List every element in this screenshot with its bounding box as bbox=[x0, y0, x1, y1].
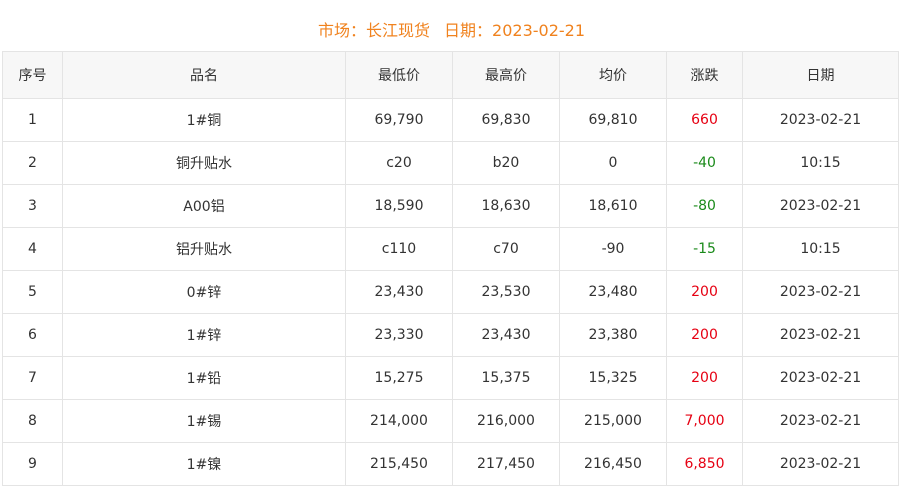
cell-no: 2 bbox=[2, 141, 63, 185]
cell-high: 23,530 bbox=[452, 270, 560, 314]
cell-change: -15 bbox=[666, 227, 743, 271]
cell-no: 4 bbox=[2, 227, 63, 271]
cell-name: 1#镍 bbox=[62, 442, 346, 486]
cell-no: 9 bbox=[2, 442, 63, 486]
cell-avg: 23,380 bbox=[559, 313, 667, 357]
cell-avg: 215,000 bbox=[559, 399, 667, 443]
column-header-no: 序号 bbox=[2, 51, 63, 99]
cell-high: 18,630 bbox=[452, 184, 560, 228]
cell-change: 200 bbox=[666, 356, 743, 400]
cell-low: 214,000 bbox=[345, 399, 453, 443]
cell-name: 0#锌 bbox=[62, 270, 346, 314]
cell-low: c110 bbox=[345, 227, 453, 271]
price-table: 序号 品名 最低价 最高价 均价 涨跌 日期 1 1#铜 69,790 69,8… bbox=[2, 51, 899, 486]
market-value: 长江现货 bbox=[366, 21, 431, 40]
price-page: 市场：长江现货 日期：2023-02-21 序号 品名 最低价 最高价 均价 涨跌… bbox=[0, 0, 903, 488]
table-row: 1 1#铜 69,790 69,830 69,810 660 2023-02-2… bbox=[2, 98, 899, 142]
cell-avg: -90 bbox=[559, 227, 667, 271]
cell-avg: 18,610 bbox=[559, 184, 667, 228]
cell-no: 8 bbox=[2, 399, 63, 443]
cell-high: 216,000 bbox=[452, 399, 560, 443]
cell-change: 200 bbox=[666, 270, 743, 314]
market-title: 市场：长江现货 日期：2023-02-21 bbox=[0, 18, 903, 44]
cell-change: 660 bbox=[666, 98, 743, 142]
cell-low: c20 bbox=[345, 141, 453, 185]
cell-no: 1 bbox=[2, 98, 63, 142]
cell-high: c70 bbox=[452, 227, 560, 271]
cell-avg: 23,480 bbox=[559, 270, 667, 314]
cell-low: 15,275 bbox=[345, 356, 453, 400]
cell-change: 200 bbox=[666, 313, 743, 357]
cell-no: 6 bbox=[2, 313, 63, 357]
table-row: 5 0#锌 23,430 23,530 23,480 200 2023-02-2… bbox=[2, 270, 899, 314]
cell-date: 10:15 bbox=[742, 141, 899, 185]
cell-name: 1#锡 bbox=[62, 399, 346, 443]
table-header-row: 序号 品名 最低价 最高价 均价 涨跌 日期 bbox=[2, 51, 899, 99]
cell-low: 215,450 bbox=[345, 442, 453, 486]
column-header-high: 最高价 bbox=[452, 51, 560, 99]
cell-date: 2023-02-21 bbox=[742, 399, 899, 443]
cell-change: -80 bbox=[666, 184, 743, 228]
cell-high: 15,375 bbox=[452, 356, 560, 400]
cell-avg: 216,450 bbox=[559, 442, 667, 486]
cell-change: 7,000 bbox=[666, 399, 743, 443]
date-label: 日期： bbox=[444, 21, 493, 40]
cell-high: 69,830 bbox=[452, 98, 560, 142]
cell-avg: 15,325 bbox=[559, 356, 667, 400]
cell-no: 3 bbox=[2, 184, 63, 228]
cell-date: 2023-02-21 bbox=[742, 313, 899, 357]
cell-date: 2023-02-21 bbox=[742, 98, 899, 142]
cell-low: 23,330 bbox=[345, 313, 453, 357]
cell-low: 23,430 bbox=[345, 270, 453, 314]
cell-name: 铝升贴水 bbox=[62, 227, 346, 271]
column-header-avg: 均价 bbox=[559, 51, 667, 99]
table-row: 4 铝升贴水 c110 c70 -90 -15 10:15 bbox=[2, 227, 899, 271]
column-header-change: 涨跌 bbox=[666, 51, 743, 99]
cell-date: 2023-02-21 bbox=[742, 184, 899, 228]
cell-date: 10:15 bbox=[742, 227, 899, 271]
table-row: 9 1#镍 215,450 217,450 216,450 6,850 2023… bbox=[2, 442, 899, 486]
cell-low: 69,790 bbox=[345, 98, 453, 142]
market-label: 市场： bbox=[317, 21, 366, 40]
cell-change: -40 bbox=[666, 141, 743, 185]
cell-high: b20 bbox=[452, 141, 560, 185]
cell-name: 1#铅 bbox=[62, 356, 346, 400]
table-row: 3 A00铝 18,590 18,630 18,610 -80 2023-02-… bbox=[2, 184, 899, 228]
column-header-low: 最低价 bbox=[345, 51, 453, 99]
cell-date: 2023-02-21 bbox=[742, 356, 899, 400]
cell-no: 7 bbox=[2, 356, 63, 400]
table-row: 2 铜升贴水 c20 b20 0 -40 10:15 bbox=[2, 141, 899, 185]
cell-name: A00铝 bbox=[62, 184, 346, 228]
column-header-date: 日期 bbox=[742, 51, 899, 99]
cell-date: 2023-02-21 bbox=[742, 270, 899, 314]
table-row: 8 1#锡 214,000 216,000 215,000 7,000 2023… bbox=[2, 399, 899, 443]
cell-name: 铜升贴水 bbox=[62, 141, 346, 185]
cell-high: 217,450 bbox=[452, 442, 560, 486]
cell-avg: 69,810 bbox=[559, 98, 667, 142]
table-row: 7 1#铅 15,275 15,375 15,325 200 2023-02-2… bbox=[2, 356, 899, 400]
column-header-name: 品名 bbox=[62, 51, 346, 99]
cell-change: 6,850 bbox=[666, 442, 743, 486]
table-row: 6 1#锌 23,330 23,430 23,380 200 2023-02-2… bbox=[2, 313, 899, 357]
cell-high: 23,430 bbox=[452, 313, 560, 357]
cell-name: 1#铜 bbox=[62, 98, 346, 142]
cell-name: 1#锌 bbox=[62, 313, 346, 357]
table-body: 1 1#铜 69,790 69,830 69,810 660 2023-02-2… bbox=[2, 98, 899, 486]
cell-low: 18,590 bbox=[345, 184, 453, 228]
cell-avg: 0 bbox=[559, 141, 667, 185]
cell-no: 5 bbox=[2, 270, 63, 314]
cell-date: 2023-02-21 bbox=[742, 442, 899, 486]
date-value: 2023-02-21 bbox=[492, 21, 586, 40]
